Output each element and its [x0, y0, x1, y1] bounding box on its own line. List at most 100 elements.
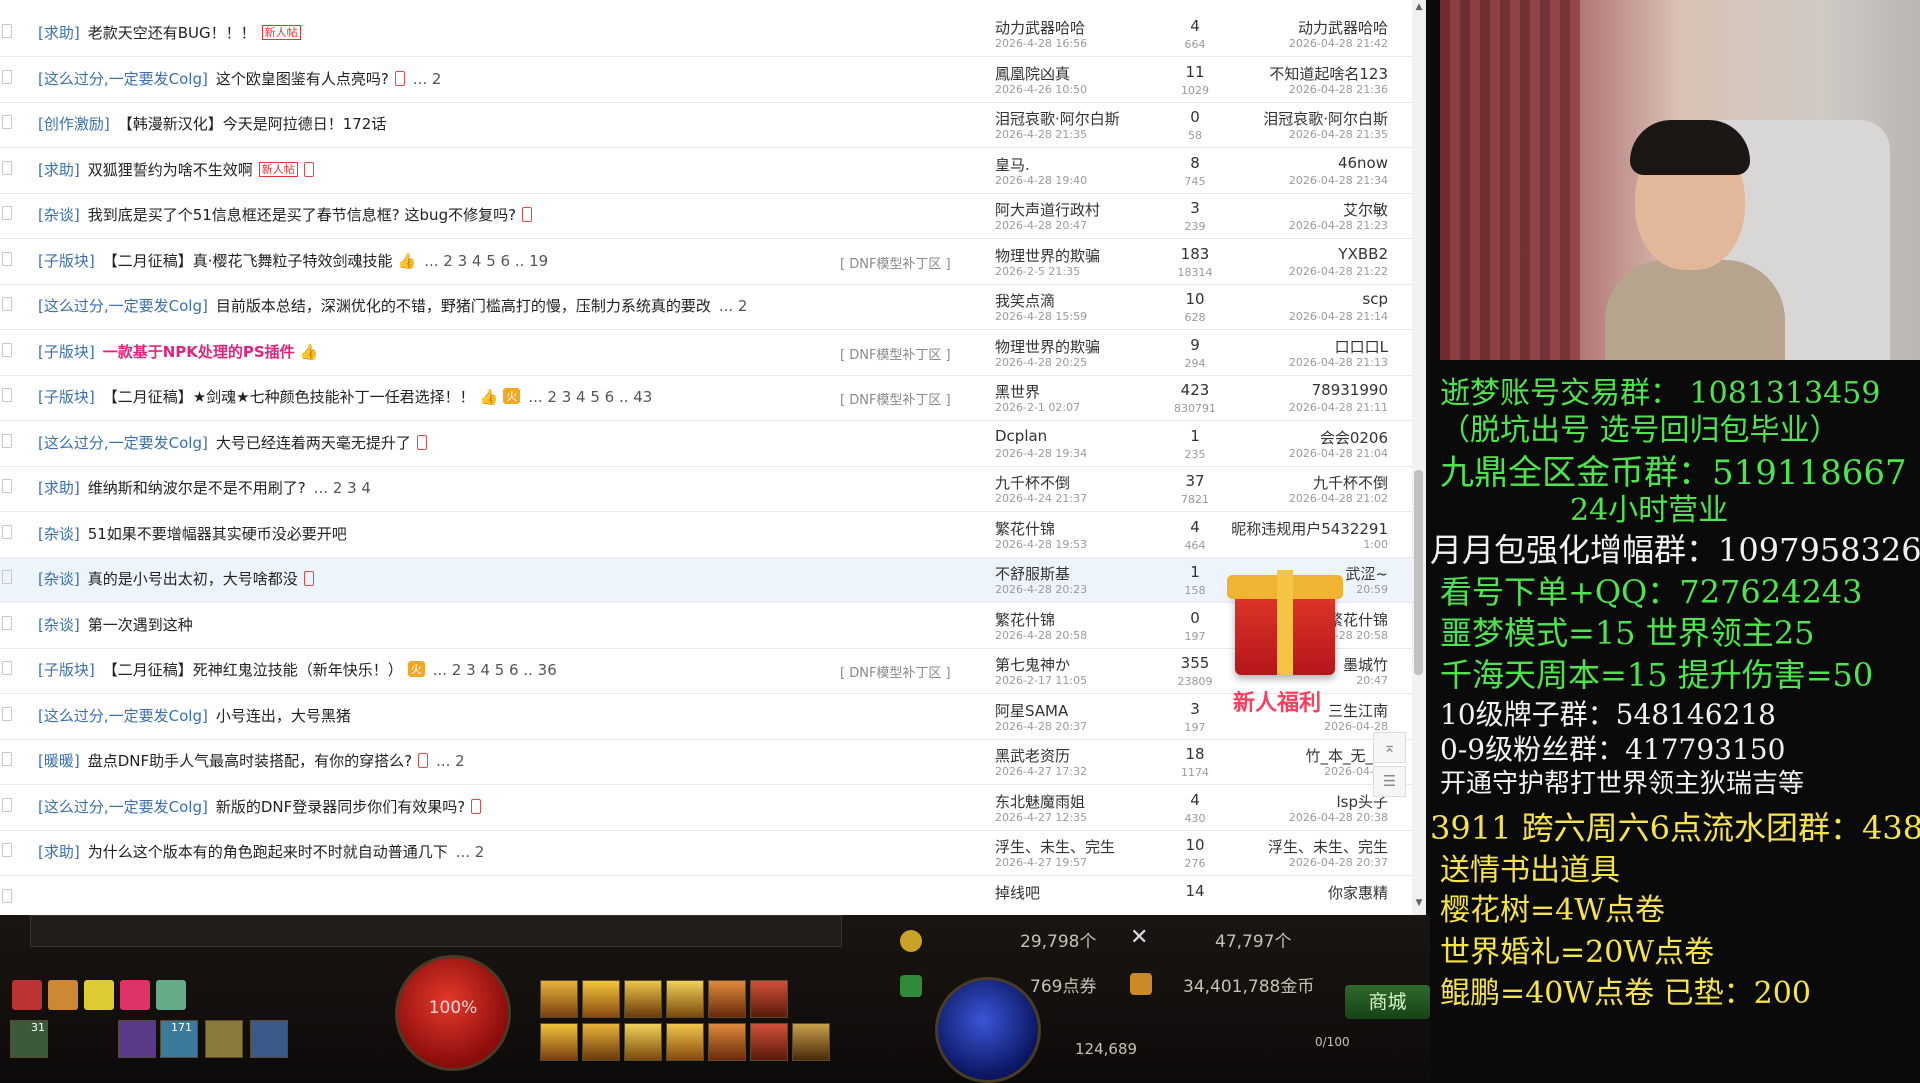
- thread-title[interactable]: 双狐狸誓约为啥不生效啊: [88, 161, 253, 179]
- skill-slot[interactable]: [624, 1023, 662, 1061]
- thread-author[interactable]: 东北魅魔雨姐: [995, 791, 1085, 812]
- skill-slot[interactable]: [750, 1023, 788, 1061]
- skill-slot[interactable]: [750, 980, 788, 1018]
- thread-last-poster[interactable]: 46now: [1338, 154, 1388, 172]
- skill-slot[interactable]: [666, 1023, 704, 1061]
- thread-author[interactable]: 黑世界: [995, 381, 1040, 402]
- shop-button[interactable]: 商城: [1345, 985, 1430, 1019]
- thread-last-poster[interactable]: 艾尔敏: [1343, 199, 1388, 220]
- thread-row[interactable]: [这么过分,一定要发Colg] 目前版本总结，深渊优化的不错，野猪门槛高打的慢，压…: [0, 285, 1412, 330]
- skill-slot[interactable]: [708, 1023, 746, 1061]
- thread-title[interactable]: 老款天空还有BUG！！！: [88, 24, 256, 42]
- thread-last-poster[interactable]: 动力武器哈哈: [1298, 17, 1388, 38]
- thread-row[interactable]: [子版块] 【二月征稿】真·樱花飞舞粒子特效剑魂技能 👍 ... 2 3 4 5 6 …: [0, 240, 1412, 285]
- thread-title[interactable]: 【二月征稿】★剑魂★七种颜色技能补丁一任君选择！！: [103, 388, 475, 406]
- item-icon[interactable]: [48, 980, 78, 1010]
- thread-title[interactable]: 【韩漫新汉化】今天是阿拉德日！172话: [118, 115, 387, 133]
- thread-category[interactable]: [子版块]: [38, 252, 95, 270]
- thread-row[interactable]: [子版块] 一款基于NPK处理的PS插件 👍[ DNF模型补丁区 ] 物理世界的欺骗 2…: [0, 331, 1412, 376]
- thread-author[interactable]: 皇马.: [995, 154, 1030, 175]
- thread-author[interactable]: 九千杯不倒: [995, 472, 1070, 493]
- skill-slot[interactable]: [540, 1023, 578, 1061]
- thread-author[interactable]: 繁花什锦: [995, 609, 1055, 630]
- thread-pages[interactable]: ... 2 3 4 5 6 .. 19: [424, 252, 548, 270]
- thread-title[interactable]: 维纳斯和纳波尔是不是不用刷了?: [88, 479, 306, 497]
- thread-category[interactable]: [这么过分,一定要发Colg]: [38, 434, 208, 452]
- thread-author[interactable]: 阿星SAMA: [995, 700, 1068, 721]
- thread-author[interactable]: 不舒服斯基: [995, 563, 1070, 584]
- thread-category[interactable]: [杂谈]: [38, 616, 80, 634]
- thread-author[interactable]: 阿大声道行政村: [995, 199, 1100, 220]
- thread-last-poster[interactable]: 会会0206: [1320, 427, 1388, 448]
- thread-row[interactable]: [创作激励] 【韩漫新汉化】今天是阿拉德日！172话 泪冠哀歌·阿尔白斯 2026-4…: [0, 103, 1412, 148]
- thread-title[interactable]: 为什么这个版本有的角色跑起来时不时就自动普通几下: [88, 843, 448, 861]
- thread-pages[interactable]: ... 2: [436, 752, 465, 770]
- thread-category[interactable]: [子版块]: [38, 388, 95, 406]
- thread-author[interactable]: 鳳凰院凶真: [995, 63, 1070, 84]
- thread-last-poster[interactable]: 不知道起啥名123: [1269, 63, 1388, 84]
- skill-slot[interactable]: [624, 980, 662, 1018]
- thread-pages[interactable]: ... 2 3 4 5 6 .. 36: [433, 661, 557, 679]
- thread-category[interactable]: [求助]: [38, 24, 80, 42]
- quick-slot[interactable]: [118, 1020, 156, 1058]
- thread-title[interactable]: 大号已经连着两天毫无提升了: [216, 434, 411, 452]
- thread-pages[interactable]: ... 2 3 4 5 6 .. 43: [528, 388, 652, 406]
- thread-row[interactable]: [这么过分,一定要发Colg] 新版的DNF登录器同步你们有效果吗? 东北魅魔雨姐 2…: [0, 786, 1412, 831]
- list-view-button[interactable]: ☰: [1373, 766, 1406, 797]
- thread-category[interactable]: [求助]: [38, 479, 80, 497]
- skill-slot[interactable]: [582, 980, 620, 1018]
- thread-title[interactable]: 新版的DNF登录器同步你们有效果吗?: [216, 798, 465, 816]
- thread-author[interactable]: 黑武老资历: [995, 745, 1070, 766]
- quick-slot[interactable]: 171: [160, 1020, 198, 1058]
- thread-category[interactable]: [创作激励]: [38, 115, 110, 133]
- thread-title[interactable]: 真的是小号出太初，大号啥都没: [88, 570, 298, 588]
- thread-pages[interactable]: ... 2 3 4: [314, 479, 371, 497]
- thread-subforum-tag[interactable]: [ DNF模型补丁区 ]: [840, 389, 951, 408]
- thread-row[interactable]: [求助] 双狐狸誓约为啥不生效啊 新人帖 皇马. 2026-4-28 19:40 8 745…: [0, 149, 1412, 194]
- thread-row[interactable]: [这么过分,一定要发Colg] 小号连出，大号黑猪 阿星SAMA 2026-4-28 …: [0, 695, 1412, 740]
- quick-slot[interactable]: [205, 1020, 243, 1058]
- skill-slot[interactable]: [540, 980, 578, 1018]
- thread-row[interactable]: [杂谈] 我到底是买了个51信息框还是买了春节信息框? 这bug不修复吗? 阿大声道…: [0, 194, 1412, 239]
- back-to-top-button[interactable]: ⌅: [1373, 732, 1406, 763]
- thread-subforum-tag[interactable]: [ DNF模型补丁区 ]: [840, 662, 951, 681]
- scrollbar-thumb[interactable]: [1414, 470, 1423, 675]
- thread-category[interactable]: [暖暖]: [38, 752, 80, 770]
- newbie-gift-popup[interactable]: 新人福利: [1215, 550, 1365, 720]
- thread-row[interactable]: 掉线吧 14 你家惠精: [0, 877, 1412, 915]
- thread-title[interactable]: 目前版本总结，深渊优化的不错，野猪门槛高打的慢，压制力系统真的要改: [216, 297, 711, 315]
- thread-category[interactable]: [杂谈]: [38, 570, 80, 588]
- thread-category[interactable]: [这么过分,一定要发Colg]: [38, 70, 208, 88]
- thread-author[interactable]: 掉线吧: [995, 882, 1040, 903]
- thread-title[interactable]: 这个欧皇图鉴有人点亮吗?: [216, 70, 389, 88]
- skill-slot[interactable]: [666, 980, 704, 1018]
- skill-slot[interactable]: [708, 980, 746, 1018]
- thread-last-poster[interactable]: 浮生、未生、完生: [1268, 836, 1388, 857]
- thread-category[interactable]: [子版块]: [38, 343, 95, 361]
- thread-author[interactable]: 泪冠哀歌·阿尔白斯: [995, 108, 1120, 129]
- thread-row[interactable]: [暖暖] 盘点DNF助手人气最高时装搭配，有你的穿搭么? ... 2 黑武老资历 202…: [0, 740, 1412, 785]
- thread-author[interactable]: 动力武器哈哈: [995, 17, 1085, 38]
- thread-row[interactable]: [这么过分,一定要发Colg] 这个欧皇图鉴有人点亮吗?... 2 鳳凰院凶真 202…: [0, 58, 1412, 103]
- item-icon[interactable]: [12, 980, 42, 1010]
- thread-last-poster[interactable]: scp: [1362, 290, 1388, 308]
- thread-row[interactable]: [求助] 维纳斯和纳波尔是不是不用刷了?... 2 3 4 九千杯不倒 2026-4-…: [0, 467, 1412, 512]
- thread-row[interactable]: [杂谈] 51如果不要增幅器其实硬币没必要开吧 繁花什锦 2026-4-28 19:5…: [0, 513, 1412, 558]
- thread-author[interactable]: Dcplan: [995, 427, 1047, 445]
- thread-author[interactable]: 繁花什锦: [995, 518, 1055, 539]
- thread-category[interactable]: [求助]: [38, 161, 80, 179]
- thread-pages[interactable]: ... 2: [456, 843, 485, 861]
- chat-bar[interactable]: [30, 915, 842, 947]
- thread-author[interactable]: 我笑点滴: [995, 290, 1055, 311]
- close-icon[interactable]: ✕: [1130, 925, 1148, 950]
- thread-subforum-tag[interactable]: [ DNF模型补丁区 ]: [840, 253, 951, 272]
- thread-row[interactable]: [求助] 为什么这个版本有的角色跑起来时不时就自动普通几下 ... 2 浮生、未生、完…: [0, 831, 1412, 876]
- thread-row[interactable]: [子版块] 【二月征稿】死神红鬼泣技能（新年快乐！）火 ... 2 3 4 5 6 …: [0, 649, 1412, 694]
- skill-slot-tab[interactable]: [792, 1023, 830, 1061]
- thread-last-poster[interactable]: 昵称违规用户5432291: [1231, 518, 1388, 539]
- thread-row[interactable]: [杂谈] 真的是小号出太初，大号啥都没 不舒服斯基 2026-4-28 20:23 1 1…: [0, 558, 1412, 603]
- thread-title[interactable]: 【二月征稿】真·樱花飞舞粒子特效剑魂技能: [103, 252, 393, 270]
- thread-title[interactable]: 【二月征稿】死神红鬼泣技能（新年快乐！）: [103, 661, 403, 679]
- thread-last-poster[interactable]: 泪冠哀歌·阿尔白斯: [1263, 108, 1388, 129]
- scroll-up-arrow[interactable]: ▲: [1412, 2, 1426, 12]
